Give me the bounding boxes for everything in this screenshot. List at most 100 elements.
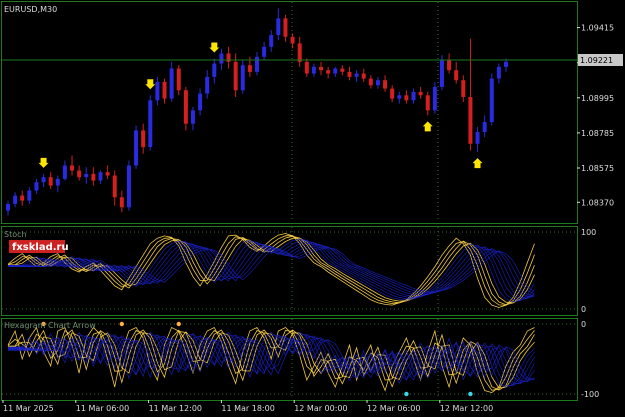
time-tick-label: 11 Mar 18:00 xyxy=(221,404,274,413)
candle-body xyxy=(70,165,75,171)
indicator-tick-label: 100 xyxy=(581,228,596,237)
candle-body xyxy=(212,63,217,77)
candle-body xyxy=(454,70,459,81)
candle-body xyxy=(311,66,316,74)
candle-body xyxy=(13,195,18,204)
candle-body xyxy=(233,61,238,91)
signal-dot xyxy=(468,391,473,397)
candle-body xyxy=(219,53,224,64)
candle-body xyxy=(41,177,46,183)
candle-body xyxy=(319,66,324,71)
candle-body xyxy=(134,130,139,166)
candle-body xyxy=(34,182,39,191)
time-tick-label: 11 Mar 06:00 xyxy=(76,404,129,413)
candle-body xyxy=(98,172,103,181)
candle-body xyxy=(383,80,388,89)
candle-body xyxy=(504,61,508,67)
candle-body xyxy=(148,100,153,148)
candle-body xyxy=(240,65,245,91)
current-price-label: 1.09221 xyxy=(580,56,613,65)
time-tick-label: 11 Mar 12:00 xyxy=(149,404,202,413)
arrow-indicator-label: Hexagram Chart Arrow xyxy=(4,321,96,330)
candle-body xyxy=(27,190,32,201)
trading-chart[interactable]: 1.083701.085751.087851.089951.092051.094… xyxy=(0,0,625,417)
candle-body xyxy=(255,56,259,72)
candle-body xyxy=(84,173,89,178)
time-tick-label: 12 Mar 06:00 xyxy=(367,404,420,413)
watermark-text: fxsklad.ru xyxy=(12,242,69,253)
candle xyxy=(126,160,131,211)
candle-body xyxy=(411,91,416,101)
candle-body xyxy=(418,91,423,96)
candle-body xyxy=(77,170,82,178)
candle xyxy=(134,125,139,169)
candle-body xyxy=(425,95,430,111)
candle-body xyxy=(55,178,60,186)
candle-body xyxy=(496,66,501,79)
candle-body xyxy=(105,172,110,176)
signal-dot xyxy=(176,321,181,327)
candle-body xyxy=(439,60,444,87)
candle-body xyxy=(141,130,146,148)
candle-body xyxy=(247,65,252,72)
symbol-label: EURUSD,M30 xyxy=(4,5,57,14)
candle-body xyxy=(432,86,437,111)
candle-body xyxy=(390,88,395,99)
candle-body xyxy=(205,76,210,94)
candle-body xyxy=(347,71,352,77)
candle-body xyxy=(262,46,267,57)
candle-body xyxy=(290,36,295,44)
candle-body xyxy=(6,203,10,211)
candle-body xyxy=(169,68,174,99)
candle-body xyxy=(48,177,53,186)
candle-body xyxy=(62,165,67,179)
candle xyxy=(489,73,494,126)
candle-body xyxy=(20,195,25,201)
candle-body xyxy=(468,96,473,144)
candle-body xyxy=(375,80,380,86)
candle-body xyxy=(461,80,466,97)
candle-body xyxy=(190,110,195,124)
candle-body xyxy=(404,95,409,101)
candle-body xyxy=(397,95,402,99)
candle-body xyxy=(361,73,366,79)
indicator-tick-label: -100 xyxy=(581,390,599,399)
candle-body xyxy=(475,132,480,144)
candle-body xyxy=(368,78,373,86)
indicator-tick-label: 0 xyxy=(581,305,586,314)
time-tick-label: 12 Mar 00:00 xyxy=(294,404,347,413)
candle-body xyxy=(304,61,309,74)
candle-body xyxy=(176,68,181,91)
candle-body xyxy=(162,81,167,99)
candle-body xyxy=(112,175,117,198)
candle-body xyxy=(283,18,288,37)
candle-body xyxy=(155,81,160,101)
candle-body xyxy=(226,53,231,62)
candle-body xyxy=(119,197,124,208)
candle-body xyxy=(354,73,359,77)
candle-body xyxy=(297,43,302,62)
candle-body xyxy=(482,122,487,133)
price-tick-label: 1.08575 xyxy=(581,164,614,173)
candle-body xyxy=(333,68,338,74)
chart-background xyxy=(0,0,625,417)
candle-body xyxy=(489,78,494,123)
candle-body xyxy=(269,35,274,47)
indicator-tick-label: 0 xyxy=(581,320,586,329)
candle-body xyxy=(340,68,345,72)
candle-body xyxy=(447,60,452,71)
price-tick-label: 1.08370 xyxy=(581,198,614,207)
signal-dot xyxy=(404,391,409,397)
price-tick-label: 1.09415 xyxy=(581,24,614,33)
candle xyxy=(148,95,153,151)
candle-body xyxy=(91,173,96,181)
candle-body xyxy=(326,70,331,74)
stoch-indicator-label: Stoch xyxy=(4,230,27,239)
candle xyxy=(240,60,245,94)
time-tick-label: 12 Mar 12:00 xyxy=(440,404,493,413)
price-tick-label: 1.08995 xyxy=(581,94,614,103)
candle-body xyxy=(126,165,131,208)
signal-dot xyxy=(119,321,125,327)
time-tick-label: 11 Mar 2025 xyxy=(3,404,54,413)
candle-body xyxy=(183,90,188,124)
